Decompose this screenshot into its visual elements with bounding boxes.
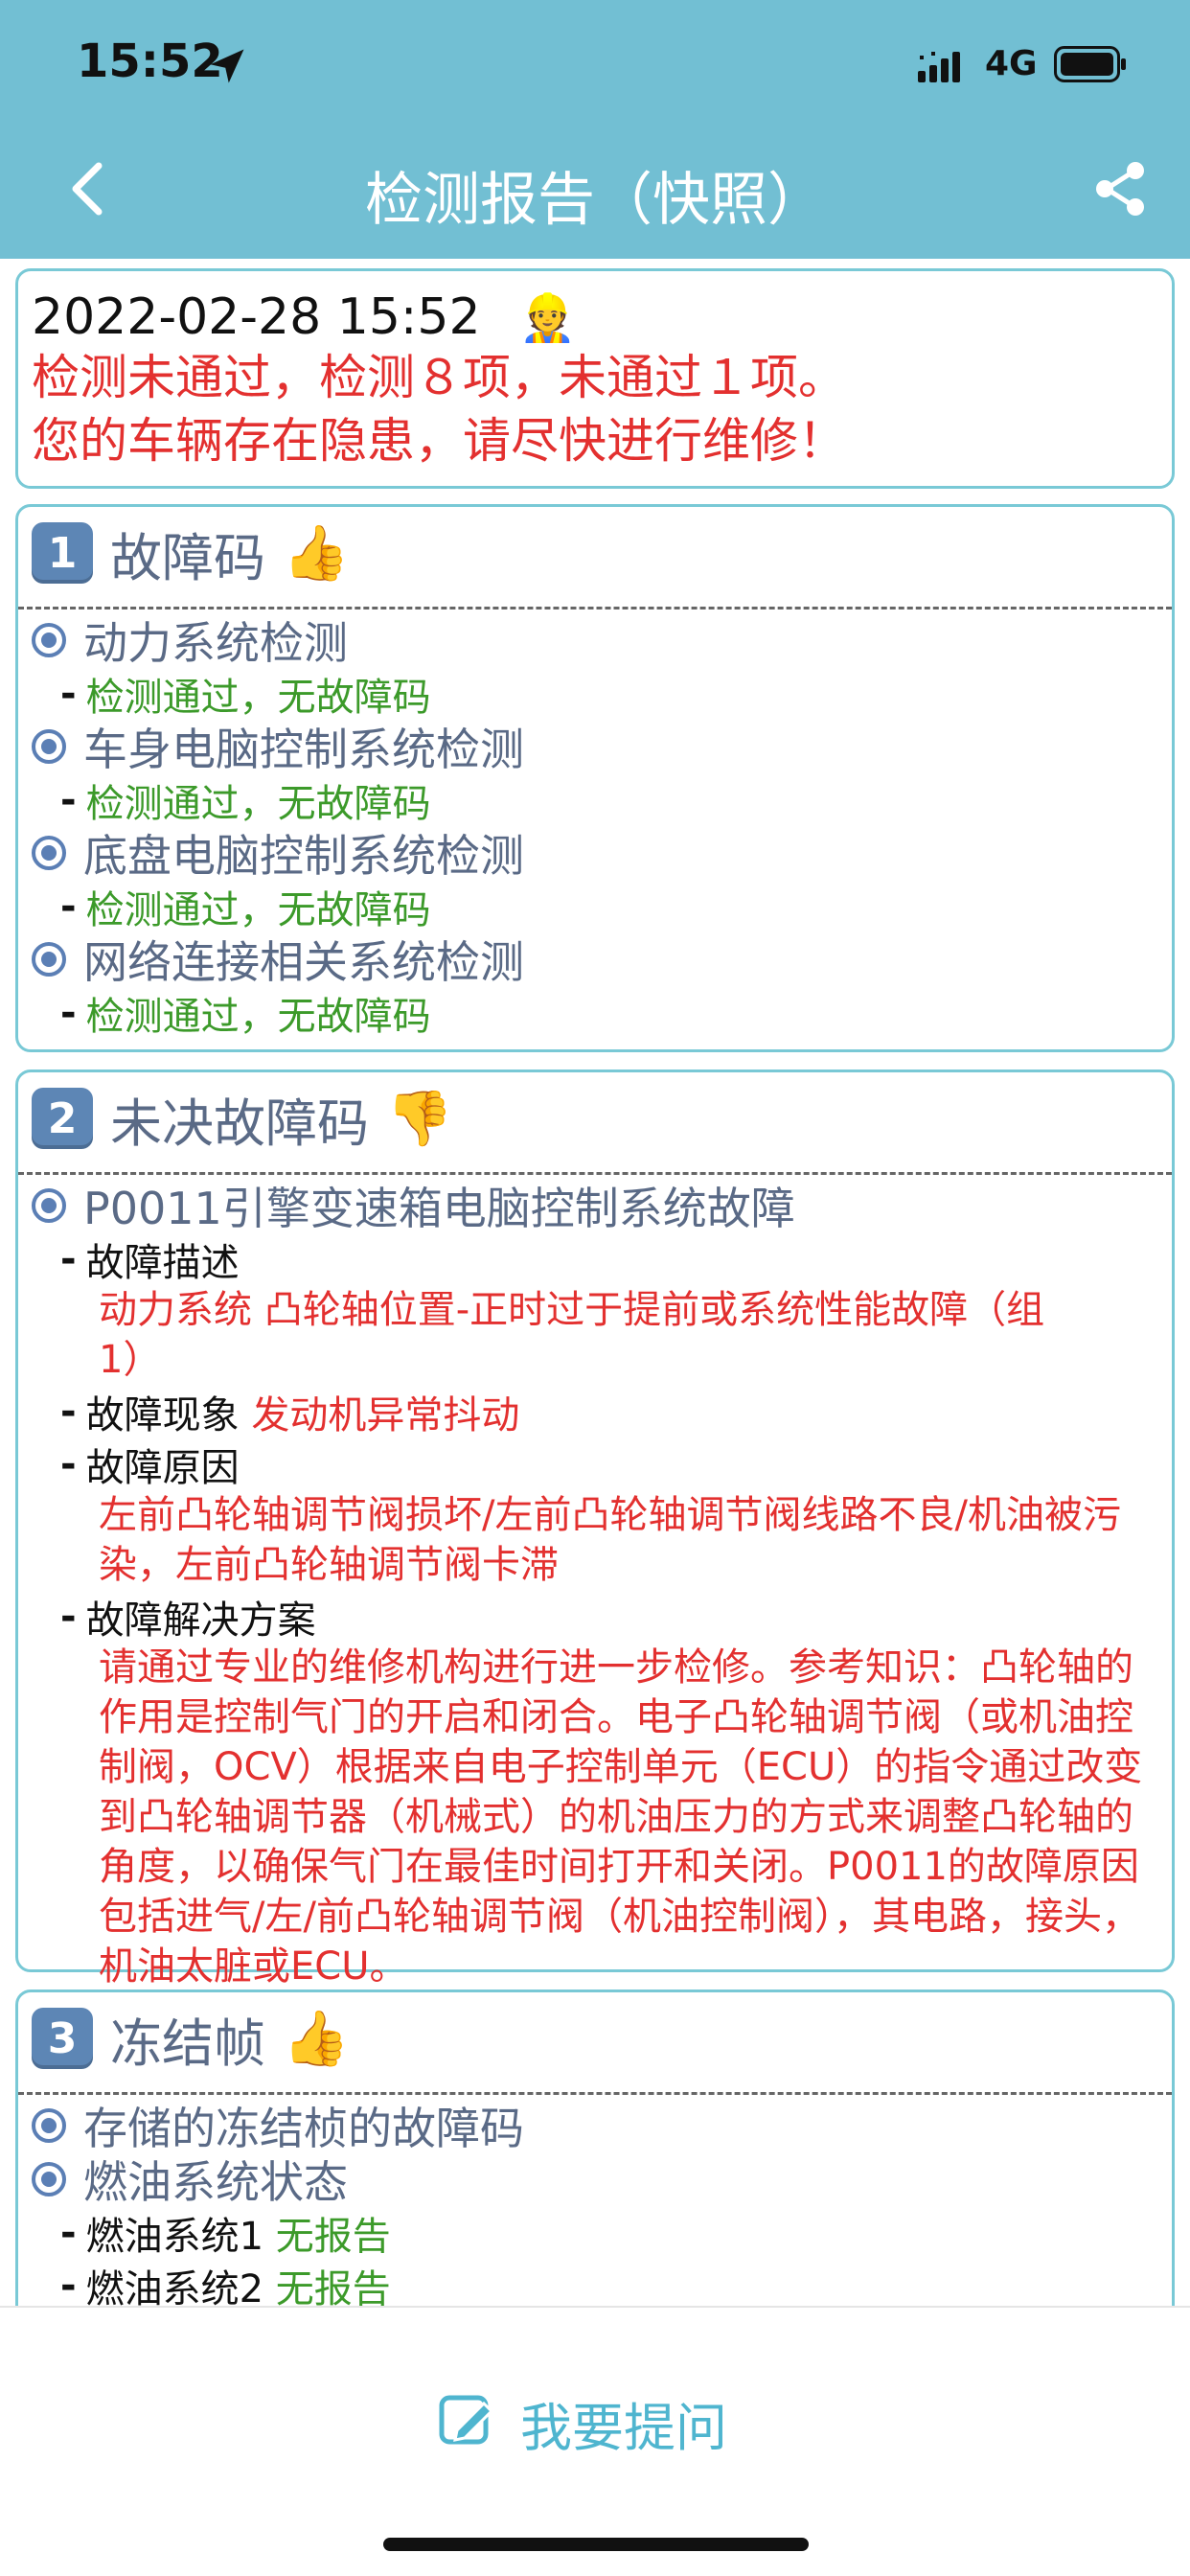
section-header: 3 冻结帧 👍 [32,1998,1172,2079]
section-title: 未决故障码 [110,1092,369,1154]
fault-solution-label: - 故障解决方案 [60,1594,316,1643]
radio-dot-icon [32,1188,66,1223]
section-title: 冻结帧 [110,2012,265,2074]
share-button[interactable] [1087,155,1154,222]
edit-question-icon [439,2395,494,2445]
bottom-bar: 我要提问 [0,2306,1190,2576]
list-item-result: - 检测通过，无故障码 [60,671,431,720]
datetime-text: 2022-02-28 15:52 [32,288,481,346]
header: 15:52 4G 检测报告（快照） [0,0,1190,259]
section-title: 故障码 [110,527,265,588]
status-bar: 15:52 4G [0,0,1190,125]
summary-warning: 您的车辆存在隐患，请尽快进行维修！ [32,413,846,469]
fault-symptom: - 故障现象 发动机异常抖动 [60,1389,520,1438]
share-icon [1096,162,1144,216]
fault-cause-text: 左前凸轮轴调节阀损坏/左前凸轮轴调节阀线路不良/机油被污染，左前凸轮轴调节阀卡滞 [99,1493,1121,1587]
location-arrow-icon [210,49,244,83]
radio-dot-icon [32,2162,66,2196]
fault-solution-text: 请通过专业的维修机构进行进一步检修。参考知识：凸轮轴的作用是控制气门的开启和闭合… [99,1645,1143,1989]
section-number-badge: 2 [32,1088,93,1149]
section-fault-codes: 1 故障码 👍 动力系统检测 - 检测通过，无故障码 车身电脑控制系统检测 - 检测… [15,504,1175,1052]
ask-question-label: 我要提问 [520,2397,727,2458]
thumbs-up-icon: 👍 [283,522,350,585]
list-item-result: - 检测通过，无故障码 [60,777,431,826]
cellular-signal-icon [918,52,960,82]
fault-desc-label: - 故障描述 [60,1236,240,1285]
list-item: 动力系统检测 [32,613,1172,669]
section-header: 2 未决故障码 👎 [32,1078,1172,1159]
radio-dot-icon [32,729,66,764]
section-header: 1 故障码 👍 [32,513,1172,593]
summary-card: 2022-02-28 15:52 👷 检测未通过，检测８项，未通过１项。 您的车… [15,268,1175,489]
list-item-result: - 检测通过，无故障码 [60,884,431,932]
list-item: 车身电脑控制系统检测 [32,720,1172,775]
fuel-system-1: - 燃油系统1 无报告 [60,2210,391,2259]
network-type: 4G [985,44,1038,83]
battery-icon [1054,46,1126,82]
report-content[interactable]: 2022-02-28 15:52 👷 检测未通过，检测８项，未通过１项。 您的车… [0,259,1190,2306]
summary-result: 检测未通过，检测８项，未通过１项。 [32,350,846,405]
list-item: 底盘电脑控制系统检测 [32,826,1172,882]
radio-dot-icon [32,942,66,977]
section-pending-fault-codes: 2 未决故障码 👎 P0011引擎变速箱电脑控制系统故障 - 故障描述 动力系统 … [15,1070,1175,1989]
nav-bar: 检测报告（快照） [0,125,1190,259]
section-number-badge: 3 [32,2008,93,2069]
fault-cause-label: - 故障原因 [60,1441,240,1490]
home-indicator [383,2538,809,2551]
page-title: 检测报告（快照） [365,167,825,234]
section-number-badge: 1 [32,522,93,584]
status-time: 15:52 [77,34,223,88]
list-item: 燃油系统状态 [32,2152,1172,2208]
radio-dot-icon [32,623,66,657]
list-item: 网络连接相关系统检测 [32,932,1172,988]
fault-code-item: P0011引擎变速箱电脑控制系统故障 [32,1179,1172,1234]
section-freeze-frame: 3 冻结帧 👍 存储的冻结桢的故障码 燃油系统状态 - 燃油系统1 无报告 - 燃油… [15,1990,1175,2306]
worker-emoji-icon: 👷 [518,290,577,345]
fault-desc-text: 动力系统 凸轮轴位置-正时过于提前或系统性能故障（组1） [99,1288,1045,1382]
list-item-result: - 检测通过，无故障码 [60,990,431,1039]
radio-dot-icon [32,2108,66,2143]
ask-question-button[interactable]: 我要提问 [436,2384,727,2461]
fuel-system-2: - 燃油系统2 无报告 [60,2263,391,2307]
list-item: 存储的冻结桢的故障码 [32,2099,1172,2154]
radio-dot-icon [32,836,66,870]
report-datetime: 2022-02-28 15:52 👷 [32,288,1158,346]
thumbs-down-icon: 👎 [386,1088,453,1150]
thumbs-up-icon: 👍 [283,2008,350,2070]
